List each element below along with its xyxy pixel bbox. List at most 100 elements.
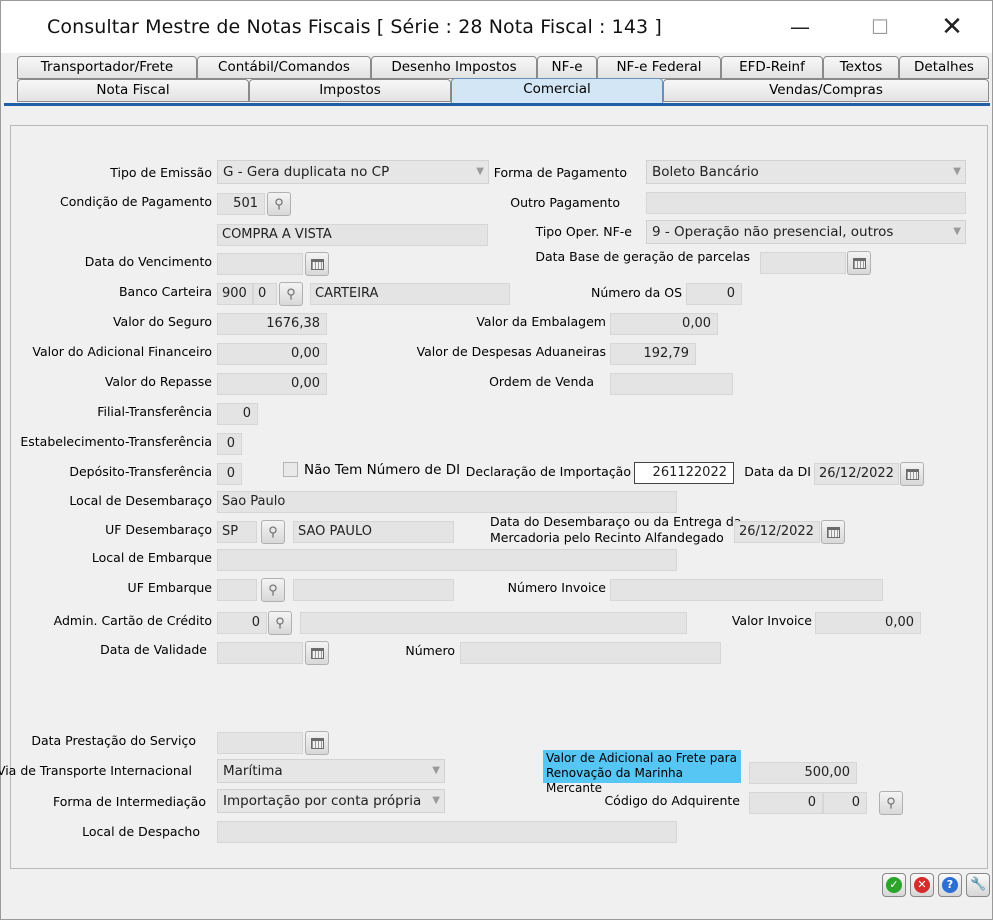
forma-intermediacao-select[interactable]: Importação por conta própria ▼ <box>217 789 445 813</box>
numero-os-field[interactable]: 0 <box>686 283 742 305</box>
chevron-down-icon: ▼ <box>432 765 440 776</box>
uf-embarque-code[interactable] <box>217 579 257 601</box>
numero-invoice-field[interactable] <box>610 579 883 601</box>
valor-seguro-field[interactable]: 1676,38 <box>217 313 327 335</box>
valor-despesas-aduaneiras-label: Valor de Despesas Aduaneiras <box>416 344 606 359</box>
codigo-adquirente-field-1[interactable]: 0 <box>749 792 823 814</box>
uf-desembaraco-code[interactable]: SP <box>217 521 257 543</box>
estabelecimento-transferencia-field[interactable]: 0 <box>217 433 242 455</box>
codigo-adquirente-label: Código do Adquirente <box>604 793 740 808</box>
data-validade-label: Data de Validade <box>100 642 207 657</box>
local-embarque-label: Local de Embarque <box>91 550 212 565</box>
maximize-button[interactable]: ☐ <box>857 11 903 43</box>
data-desembaraco-label-1: Data do Desembaraço ou da Entrega da <box>490 514 742 529</box>
valor-despesas-aduaneiras-field[interactable]: 192,79 <box>610 343 696 365</box>
valor-embalagem-field[interactable]: 0,00 <box>610 313 718 335</box>
chevron-down-icon: ▼ <box>953 166 961 177</box>
adicional-frete-field[interactable]: 500,00 <box>749 762 857 784</box>
codigo-adquirente-field-2[interactable]: 0 <box>823 792 867 814</box>
local-desembaraco-field[interactable]: Sao Paulo <box>217 491 677 513</box>
ordem-venda-label: Ordem de Venda <box>489 374 594 389</box>
tipo-emissao-select[interactable]: G - Gera duplicata no CP ▼ <box>217 160 489 184</box>
data-vencimento-field[interactable] <box>217 253 303 275</box>
admin-cartao-code[interactable]: 0 <box>217 612 267 634</box>
local-despacho-field[interactable] <box>217 821 677 843</box>
search-icon[interactable]: ⚲ <box>279 282 303 306</box>
calendar-icon[interactable] <box>305 731 329 755</box>
cancel-button[interactable]: ✕ <box>910 873 934 897</box>
calendar-icon[interactable] <box>900 462 924 486</box>
tab-bar: Transportador/Frete Contábil/Comandos De… <box>1 53 992 105</box>
calendar-icon[interactable] <box>305 641 329 665</box>
outro-pagamento-field[interactable] <box>646 192 966 214</box>
data-desembaraco-label-2: Mercadoria pelo Recinto Alfandegado <box>490 530 724 545</box>
data-di-field[interactable]: 26/12/2022 <box>814 463 899 485</box>
estabelecimento-transferencia-label: Estabelecimento-Transferência <box>20 434 212 449</box>
data-validade-field[interactable] <box>217 642 303 664</box>
valor-adicional-financeiro-field[interactable]: 0,00 <box>217 343 327 365</box>
tab-comercial[interactable]: Comercial <box>451 78 663 105</box>
tab-textos[interactable]: Textos <box>823 56 899 79</box>
outro-pagamento-label: Outro Pagamento <box>510 195 620 210</box>
valor-embalagem-label: Valor da Embalagem <box>476 314 606 329</box>
forma-pagamento-select[interactable]: Boleto Bancário ▼ <box>646 160 966 184</box>
tab-transportador-frete[interactable]: Transportador/Frete <box>17 56 197 79</box>
filial-transferencia-field[interactable]: 0 <box>217 403 258 425</box>
window-title: Consultar Mestre de Notas Fiscais [ Séri… <box>47 16 662 38</box>
uf-embarque-label: UF Embarque <box>127 580 212 595</box>
nao-tem-numero-di-checkbox[interactable] <box>283 462 298 477</box>
minimize-button[interactable]: — <box>777 11 823 43</box>
ordem-venda-field[interactable] <box>610 373 733 395</box>
calendar-icon[interactable] <box>305 252 329 276</box>
help-icon: ? <box>942 877 958 893</box>
local-embarque-field[interactable] <box>217 549 677 571</box>
condicao-pagamento-code[interactable]: 501 <box>217 193 265 215</box>
tab-efd-reinf[interactable]: EFD-Reinf <box>721 56 823 79</box>
via-transporte-select[interactable]: Marítima ▼ <box>217 759 445 783</box>
data-desembaraco-field[interactable]: 26/12/2022 <box>734 521 820 543</box>
numero-os-label: Número da OS <box>591 285 682 300</box>
uf-embarque-desc <box>293 579 454 601</box>
data-base-parcelas-field[interactable] <box>760 252 846 274</box>
search-icon[interactable]: ⚲ <box>261 578 285 602</box>
calendar-icon[interactable] <box>847 251 871 275</box>
tab-contabil-comandos[interactable]: Contábil/Comandos <box>197 56 371 79</box>
search-icon[interactable]: ⚲ <box>879 791 903 815</box>
data-di-label: Data da DI <box>744 464 811 479</box>
numero-invoice-label: Número Invoice <box>507 580 606 595</box>
tab-nfe[interactable]: NF-e <box>537 56 597 79</box>
tools-button[interactable]: 🔧 <box>966 873 990 897</box>
filial-transferencia-label: Filial-Transferência <box>97 404 212 419</box>
tab-vendas-compras[interactable]: Vendas/Compras <box>663 79 989 102</box>
search-icon[interactable]: ⚲ <box>268 611 292 635</box>
data-prestacao-servico-field[interactable] <box>217 732 303 754</box>
tab-desenho-impostos[interactable]: Desenho Impostos <box>371 56 537 79</box>
search-icon[interactable]: ⚲ <box>261 520 285 544</box>
close-button[interactable]: ✕ <box>929 11 975 43</box>
declaracao-importacao-field[interactable]: 261122022 <box>634 462 734 484</box>
admin-cartao-label: Admin. Cartão de Crédito <box>53 613 212 628</box>
tab-nfe-federal[interactable]: NF-e Federal <box>597 56 721 79</box>
tab-detalhes[interactable]: Detalhes <box>899 56 989 79</box>
tipo-oper-nfe-label: Tipo Oper. NF-e <box>535 224 632 239</box>
tab-impostos[interactable]: Impostos <box>249 79 451 102</box>
tab-underline <box>4 103 990 106</box>
search-icon[interactable]: ⚲ <box>267 192 291 216</box>
deposito-transferencia-field[interactable]: 0 <box>217 463 242 485</box>
numero-field[interactable] <box>460 642 721 664</box>
valor-seguro-label: Valor do Seguro <box>112 314 212 329</box>
ok-button[interactable]: ✓ <box>882 873 906 897</box>
valor-repasse-field[interactable]: 0,00 <box>217 373 327 395</box>
calendar-icon[interactable] <box>821 520 845 544</box>
help-button[interactable]: ? <box>938 873 962 897</box>
valor-repasse-label: Valor do Repasse <box>104 374 212 389</box>
valor-invoice-field[interactable]: 0,00 <box>815 612 921 634</box>
tipo-oper-nfe-select[interactable]: 9 - Operação não presencial, outros ▼ <box>646 220 966 244</box>
uf-desembaraco-desc: SAO PAULO <box>293 521 454 543</box>
banco-code[interactable]: 900 <box>217 283 253 305</box>
tab-nota-fiscal[interactable]: Nota Fiscal <box>17 79 249 102</box>
adicional-frete-label: Valor de Adicional ao Frete para Renovaçã… <box>543 750 741 795</box>
valor-adicional-financeiro-label: Valor do Adicional Financeiro <box>32 344 212 359</box>
carteira-code[interactable]: 0 <box>253 283 277 305</box>
banco-carteira-desc: CARTEIRA <box>310 283 510 305</box>
